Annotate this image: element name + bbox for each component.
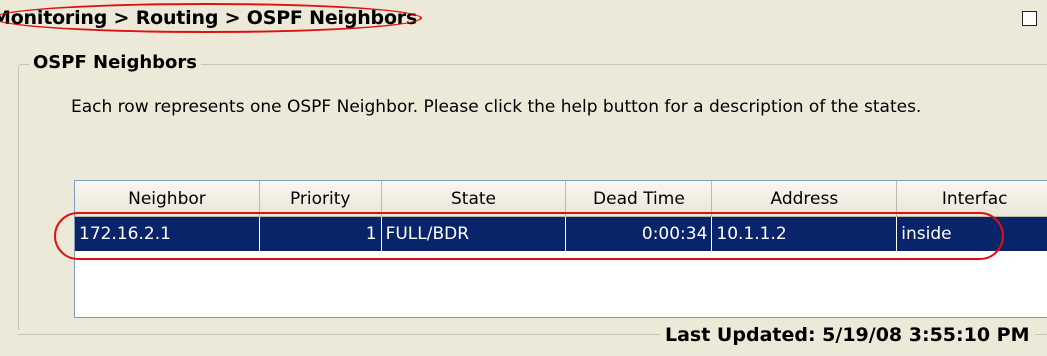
column-header-priority[interactable]: Priority bbox=[259, 181, 382, 217]
neighbors-table: Neighbor Priority State Dead Time Addres… bbox=[74, 180, 1047, 318]
table-row[interactable]: 172.16.2.1 1 FULL/BDR 0:00:34 10.1.1.2 i… bbox=[75, 217, 1047, 251]
column-header-address[interactable]: Address bbox=[712, 181, 898, 217]
group-title: OSPF Neighbors bbox=[29, 52, 202, 73]
title-bar: Monitoring > Routing > OSPF Neighbors bbox=[0, 0, 1047, 38]
description-text: Each row represents one OSPF Neighbor. P… bbox=[71, 97, 922, 117]
column-header-interface[interactable]: Interfac bbox=[897, 181, 1047, 217]
breadcrumb: Monitoring > Routing > OSPF Neighbors bbox=[0, 7, 418, 29]
cell-interface: inside bbox=[897, 217, 1047, 251]
column-header-dead-time[interactable]: Dead Time bbox=[566, 181, 713, 217]
cell-priority: 1 bbox=[259, 217, 382, 251]
cell-dead-time: 0:00:34 bbox=[566, 217, 713, 251]
cell-address: 10.1.1.2 bbox=[712, 217, 898, 251]
column-header-state[interactable]: State bbox=[381, 181, 567, 217]
column-header-neighbor[interactable]: Neighbor bbox=[75, 181, 260, 217]
table-header: Neighbor Priority State Dead Time Addres… bbox=[75, 181, 1047, 217]
maximize-icon[interactable] bbox=[1022, 11, 1037, 26]
last-updated-label: Last Updated: 5/19/08 3:55:10 PM bbox=[660, 324, 1035, 346]
cell-state: FULL/BDR bbox=[381, 217, 567, 251]
cell-neighbor: 172.16.2.1 bbox=[75, 217, 260, 251]
